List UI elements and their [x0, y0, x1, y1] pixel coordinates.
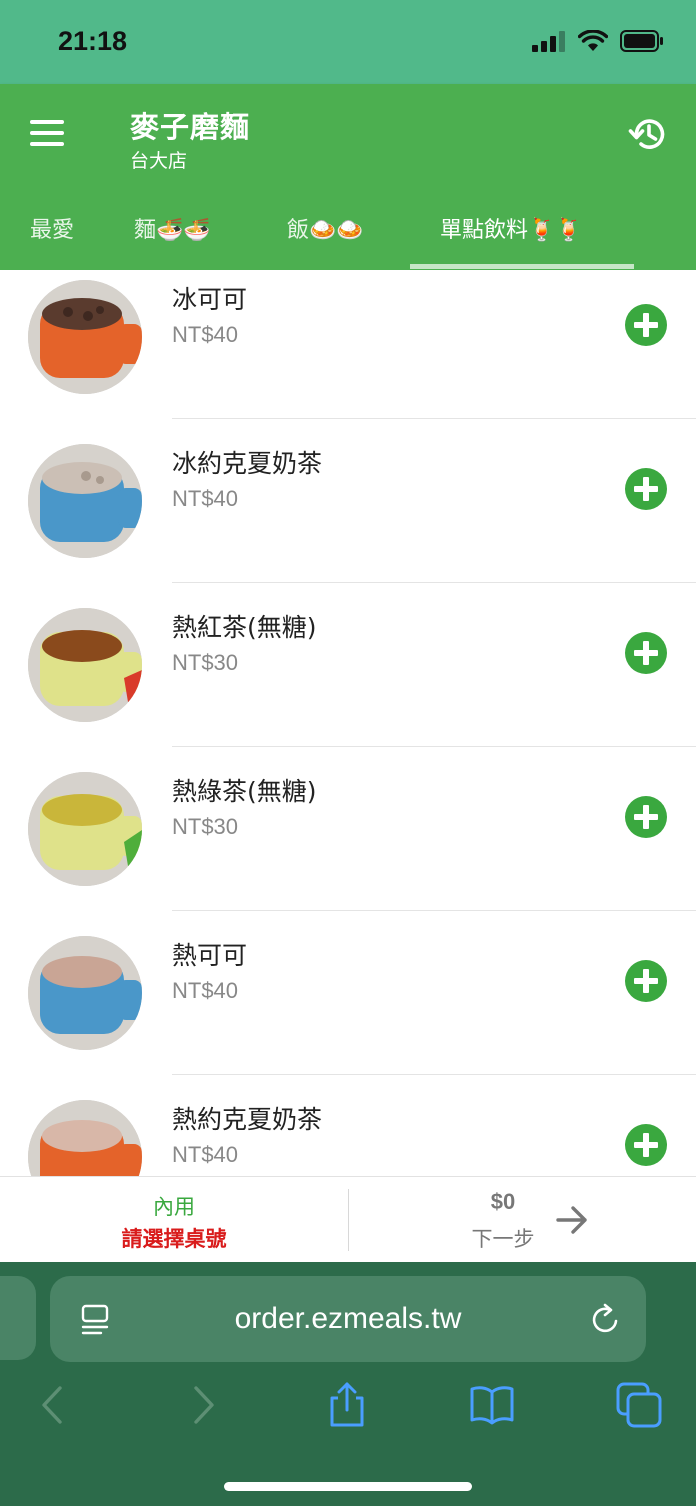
- bookmarks-icon[interactable]: [469, 1382, 515, 1428]
- item-divider: [172, 910, 696, 911]
- app-header: 麥子磨麵 台大店: [0, 84, 696, 186]
- add-item-icon[interactable]: [625, 304, 667, 346]
- tab-drinks[interactable]: 單點飲料🍹🍹: [440, 212, 583, 244]
- status-icons: [532, 30, 664, 52]
- add-item-icon[interactable]: [625, 796, 667, 838]
- list-item[interactable]: 冰約克夏奶茶 NT$40: [0, 428, 696, 592]
- wifi-icon: [578, 30, 608, 51]
- add-item-icon[interactable]: [625, 632, 667, 674]
- hamburger-menu-icon[interactable]: [30, 120, 68, 150]
- item-name: 熱綠茶(無糖): [172, 777, 317, 806]
- forward-icon[interactable]: [180, 1382, 226, 1428]
- list-item[interactable]: 熱綠茶(無糖) NT$30: [0, 756, 696, 920]
- item-divider: [172, 418, 696, 419]
- list-item[interactable]: 冰可可 NT$40: [0, 270, 696, 428]
- next-step-button[interactable]: $0 下一步: [349, 1177, 696, 1263]
- add-item-icon[interactable]: [625, 1124, 667, 1166]
- previous-tab-preview[interactable]: [0, 1276, 36, 1360]
- add-item-icon[interactable]: [625, 468, 667, 510]
- dine-type-label: 內用: [153, 1195, 195, 1219]
- store-name: 麥子磨麵: [130, 110, 251, 144]
- item-photo: [28, 608, 142, 722]
- item-price: NT$30: [172, 814, 239, 839]
- store-branch: 台大店: [130, 150, 188, 172]
- category-tab-bar: 最愛 麵🍜🍜 飯🍛🍛 單點飲料🍹🍹: [0, 186, 696, 270]
- signal-icon: [532, 31, 565, 52]
- list-item[interactable]: 熱約克夏奶茶 NT$40: [0, 1084, 696, 1176]
- item-name: 熱可可: [172, 941, 248, 970]
- address-bar[interactable]: order.ezmeals.tw: [50, 1276, 646, 1362]
- home-indicator: [224, 1482, 472, 1491]
- item-divider: [172, 746, 696, 747]
- reload-icon[interactable]: [588, 1301, 624, 1337]
- item-photo: [28, 444, 142, 558]
- tab-noodles[interactable]: 麵🍜🍜: [134, 212, 211, 244]
- order-total: $0: [490, 1189, 516, 1214]
- table-number-prompt: 請選擇桌號: [121, 1227, 227, 1251]
- add-item-icon[interactable]: [625, 960, 667, 1002]
- item-photo: [28, 772, 142, 886]
- item-photo: [28, 280, 142, 394]
- menu-item-list: 冰可可 NT$40 冰約克夏奶茶 NT$40 熱紅茶(無糖) NT$30 熱綠茶…: [0, 270, 696, 1176]
- item-name: 冰約克夏奶茶: [172, 449, 323, 478]
- item-divider: [172, 1074, 696, 1075]
- item-price: NT$30: [172, 650, 239, 675]
- order-summary-bar: 內用 請選擇桌號 $0 下一步: [0, 1176, 696, 1262]
- tab-favorites[interactable]: 最愛: [30, 212, 74, 244]
- list-item[interactable]: 熱可可 NT$40: [0, 920, 696, 1084]
- tab-rice[interactable]: 飯🍛🍛: [287, 212, 364, 244]
- item-name: 冰可可: [172, 285, 248, 314]
- status-bar: 21:18: [0, 0, 696, 84]
- arrow-right-icon: [556, 1206, 587, 1234]
- item-photo: [28, 936, 142, 1050]
- tabs-icon[interactable]: [616, 1382, 662, 1428]
- order-history-icon[interactable]: [628, 114, 668, 154]
- item-photo: [28, 1100, 142, 1176]
- battery-icon: [620, 30, 663, 52]
- browser-toolbar: order.ezmeals.tw: [0, 1262, 696, 1506]
- item-name: 熱紅茶(無糖): [172, 613, 317, 642]
- item-price: NT$40: [172, 1142, 239, 1167]
- item-price: NT$40: [172, 322, 239, 347]
- list-item[interactable]: 熱紅茶(無糖) NT$30: [0, 592, 696, 756]
- url-text: order.ezmeals.tw: [234, 1302, 462, 1335]
- select-table-button[interactable]: 內用 請選擇桌號: [0, 1177, 348, 1263]
- item-price: NT$40: [172, 978, 239, 1003]
- status-time: 21:18: [58, 26, 128, 56]
- share-icon[interactable]: [324, 1382, 370, 1428]
- next-step-label: 下一步: [471, 1227, 535, 1251]
- item-name: 熱約克夏奶茶: [172, 1105, 323, 1134]
- back-icon[interactable]: [30, 1382, 76, 1428]
- item-price: NT$40: [172, 486, 239, 511]
- item-divider: [172, 582, 696, 583]
- active-tab-indicator: [410, 264, 634, 269]
